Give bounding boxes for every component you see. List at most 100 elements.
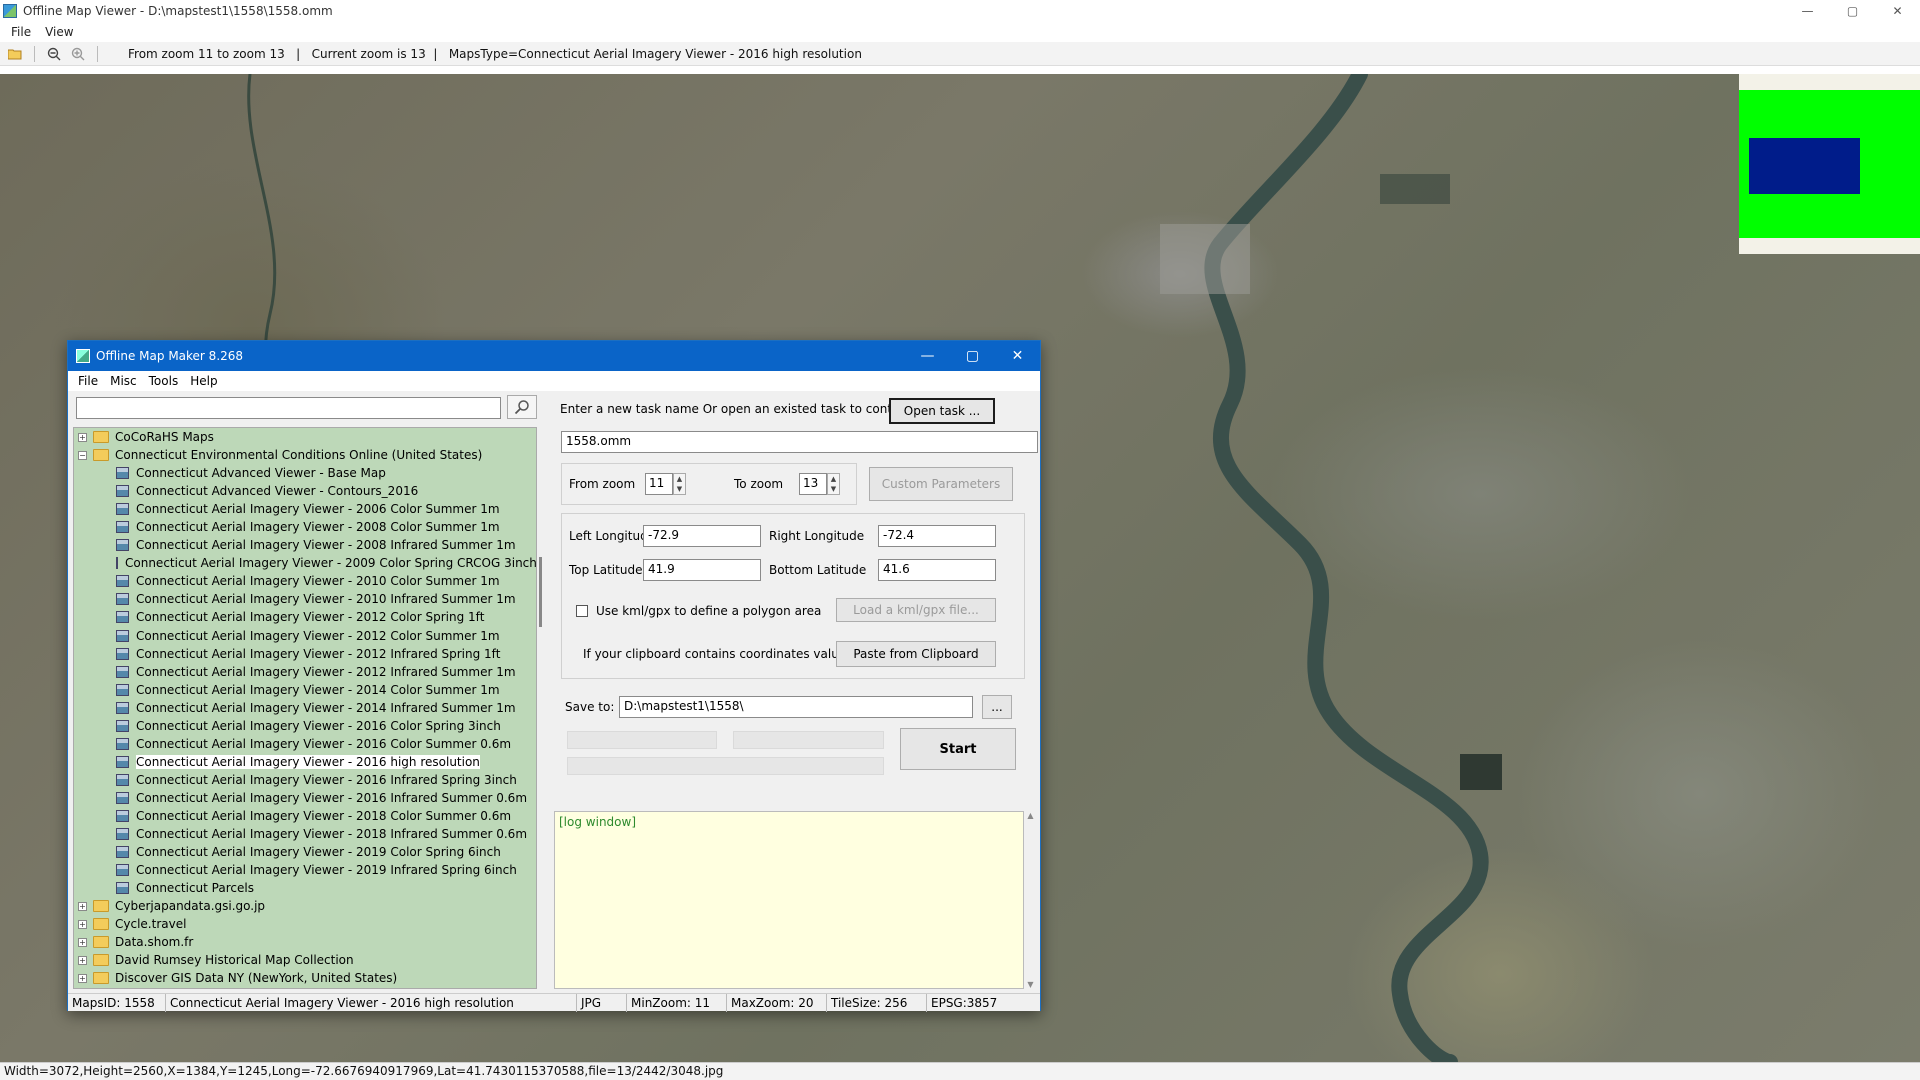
map-layer-icon xyxy=(116,864,129,877)
close-button[interactable]: ✕ xyxy=(1875,0,1920,22)
map-layer-icon xyxy=(116,467,129,480)
zoom-out-icon[interactable] xyxy=(45,45,63,63)
expand-icon[interactable]: + xyxy=(78,955,87,965)
tree-map-item[interactable]: Connecticut Aerial Imagery Viewer - 2010… xyxy=(74,590,536,608)
tree-item-label: Connecticut Advanced Viewer - Base Map xyxy=(136,466,386,481)
map-layer-icon xyxy=(116,791,129,804)
start-button[interactable]: Start xyxy=(900,728,1016,770)
map-layer-icon xyxy=(116,611,129,624)
tree-map-item[interactable]: Connecticut Aerial Imagery Viewer - 2019… xyxy=(74,861,536,879)
top-latitude-input[interactable]: 41.9 xyxy=(643,559,761,581)
dialog-close-button[interactable]: ✕ xyxy=(995,341,1040,371)
menu-view[interactable]: View xyxy=(38,25,80,39)
tree-scrollbar[interactable] xyxy=(537,427,545,989)
minimap[interactable] xyxy=(1739,74,1920,254)
tree-map-item[interactable]: Connecticut Aerial Imagery Viewer - 2016… xyxy=(74,789,536,807)
minimize-button[interactable]: — xyxy=(1785,0,1830,22)
expand-icon[interactable]: + xyxy=(78,973,87,983)
tree-map-item[interactable]: Connecticut Aerial Imagery Viewer - 2018… xyxy=(74,807,536,825)
to-zoom-input[interactable]: 13 xyxy=(799,473,827,495)
tree-item-label: Connecticut Aerial Imagery Viewer - 2012… xyxy=(136,664,516,679)
open-folder-icon[interactable] xyxy=(6,45,24,63)
map-layer-icon xyxy=(116,629,129,642)
expand-icon[interactable]: + xyxy=(78,901,87,911)
progress-bar-2 xyxy=(733,731,884,749)
maximize-button[interactable]: ▢ xyxy=(1830,0,1875,22)
maps-search-input[interactable] xyxy=(76,397,501,419)
from-zoom-input[interactable]: 11 xyxy=(645,473,673,495)
tree-folder-item[interactable]: + Cycle.travel xyxy=(74,915,536,933)
tree-folder-item[interactable]: + Data.shom.fr xyxy=(74,933,536,951)
tree-folder-item[interactable]: + CoCoRaHS Maps xyxy=(74,428,536,446)
expand-icon[interactable]: + xyxy=(78,432,87,442)
tree-folder-item[interactable]: + Discover GIS Data NY (NewYork, United S… xyxy=(74,969,536,987)
save-path-input[interactable]: D:\mapstest1\1558\ xyxy=(619,696,973,718)
dialog-maximize-button[interactable]: ▢ xyxy=(950,341,995,371)
map-layer-icon xyxy=(116,810,129,822)
tree-map-item[interactable]: Connecticut Aerial Imagery Viewer - 2016… xyxy=(74,771,536,789)
collapse-icon[interactable]: − xyxy=(78,450,87,460)
log-window[interactable]: [log window] xyxy=(554,811,1024,989)
tree-map-item[interactable]: Connecticut Aerial Imagery Viewer - 2019… xyxy=(74,843,536,861)
map-layer-icon xyxy=(116,485,129,498)
right-longitude-input[interactable]: -72.4 xyxy=(878,525,996,547)
folder-icon xyxy=(93,449,109,462)
browse-folder-button[interactable]: ... xyxy=(982,695,1012,719)
tree-map-item[interactable]: Connecticut Advanced Viewer - Contours_2… xyxy=(74,482,536,500)
zoom-in-icon[interactable] xyxy=(69,45,87,63)
spin-up-icon[interactable]: ▲ xyxy=(831,475,836,483)
tree-map-item[interactable]: Connecticut Aerial Imagery Viewer - 2008… xyxy=(74,518,536,536)
scroll-up-icon[interactable]: ▲ xyxy=(1027,811,1033,820)
dialog-minimize-button[interactable]: — xyxy=(905,341,950,371)
dialog-menu-help[interactable]: Help xyxy=(184,374,223,388)
tree-map-item[interactable]: Connecticut Aerial Imagery Viewer - 2016… xyxy=(74,753,536,771)
spin-down-icon[interactable]: ▼ xyxy=(831,485,836,493)
tree-map-item[interactable]: Connecticut Aerial Imagery Viewer - 2012… xyxy=(74,627,536,645)
tree-map-item[interactable]: Connecticut Aerial Imagery Viewer - 2016… xyxy=(74,735,536,753)
tree-folder-item[interactable]: + David Rumsey Historical Map Collection xyxy=(74,951,536,969)
app-icon xyxy=(3,4,17,18)
search-button[interactable] xyxy=(507,395,537,419)
bottom-latitude-input[interactable]: 41.6 xyxy=(878,559,996,581)
tree-map-item[interactable]: Connecticut Aerial Imagery Viewer - 2014… xyxy=(74,681,536,699)
expand-icon[interactable]: + xyxy=(78,937,87,947)
custom-parameters-button[interactable]: Custom Parameters xyxy=(869,467,1013,501)
open-task-button[interactable]: Open task ... xyxy=(889,398,995,424)
spin-up-icon[interactable]: ▲ xyxy=(677,475,682,483)
to-zoom-stepper[interactable]: ▲ ▼ xyxy=(827,473,840,495)
tree-map-item[interactable]: Connecticut Aerial Imagery Viewer - 2008… xyxy=(74,536,536,554)
tree-map-item[interactable]: Connecticut Aerial Imagery Viewer - 2009… xyxy=(74,554,536,572)
paste-from-clipboard-button[interactable]: Paste from Clipboard xyxy=(836,641,996,667)
from-zoom-stepper[interactable]: ▲ ▼ xyxy=(673,473,686,495)
tree-map-item[interactable]: Connecticut Advanced Viewer - Base Map xyxy=(74,464,536,482)
maps-tree[interactable]: + CoCoRaHS Maps − Connecticut Environmental… xyxy=(73,427,537,989)
tree-map-item[interactable]: Connecticut Parcels xyxy=(74,879,536,897)
tree-map-item[interactable]: Connecticut Aerial Imagery Viewer - 2014… xyxy=(74,699,536,717)
kml-checkbox[interactable] xyxy=(576,605,588,617)
expand-icon[interactable]: + xyxy=(78,919,87,929)
tree-map-item[interactable]: Connecticut Aerial Imagery Viewer - 2006… xyxy=(74,500,536,518)
tree-folder-item[interactable]: + Cyberjapandata.gsi.go.jp xyxy=(74,897,536,915)
spin-down-icon[interactable]: ▼ xyxy=(677,485,682,493)
tree-map-item[interactable]: Connecticut Aerial Imagery Viewer - 2012… xyxy=(74,663,536,681)
tree-map-item[interactable]: Connecticut Aerial Imagery Viewer - 2012… xyxy=(74,645,536,663)
task-name-input[interactable]: 1558.omm xyxy=(561,431,1038,453)
tree-map-item[interactable]: Connecticut Aerial Imagery Viewer - 2016… xyxy=(74,717,536,735)
menu-file[interactable]: File xyxy=(4,25,38,39)
minimap-viewport[interactable] xyxy=(1749,138,1860,194)
load-kml-button[interactable]: Load a kml/gpx file... xyxy=(836,598,996,622)
tree-map-item[interactable]: Connecticut Aerial Imagery Viewer - 2012… xyxy=(74,608,536,626)
left-longitude-input[interactable]: -72.9 xyxy=(643,525,761,547)
tree-map-item[interactable]: Connecticut Aerial Imagery Viewer - 2010… xyxy=(74,572,536,590)
dialog-menu-file[interactable]: File xyxy=(72,374,104,388)
scroll-down-icon[interactable]: ▼ xyxy=(1027,980,1033,989)
map-layer-icon xyxy=(116,701,129,714)
tree-folder-item[interactable]: − Connecticut Environmental Conditions On… xyxy=(74,446,536,464)
dialog-menu-tools[interactable]: Tools xyxy=(143,374,185,388)
window-title: Offline Map Viewer - D:\mapstest1\1558\1… xyxy=(23,4,333,18)
folder-icon xyxy=(93,918,109,931)
dialog-menu-misc[interactable]: Misc xyxy=(104,374,143,388)
tree-scrollbar-thumb[interactable] xyxy=(539,557,542,627)
log-scrollbar[interactable]: ▲ ▼ xyxy=(1024,811,1037,989)
tree-map-item[interactable]: Connecticut Aerial Imagery Viewer - 2018… xyxy=(74,825,536,843)
